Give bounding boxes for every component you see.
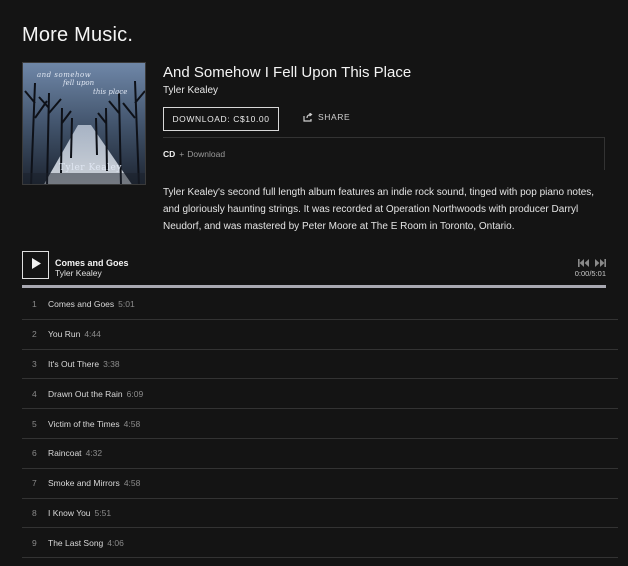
format-separator: + — [179, 149, 185, 159]
track-title: You Run — [48, 329, 81, 340]
share-icon — [303, 112, 313, 122]
cover-artist-text: Tyler Kealey — [59, 163, 122, 173]
playback-time: 0:00/5:01 — [574, 269, 606, 278]
track-number: 8 — [32, 507, 37, 518]
album-cover[interactable]: and somehow fell upon this place Tyler K… — [22, 62, 146, 185]
format-options: CD + Download — [163, 137, 605, 170]
track-row[interactable]: 5 Victim of the Times 4:58 — [22, 409, 618, 439]
track-list: 1 Comes and Goes 5:01 2 You Run 4:44 3 It's O… — [22, 290, 618, 559]
track-title: Drawn Out the Rain — [48, 388, 123, 399]
track-title: It's Out There — [48, 358, 100, 369]
track-number: 7 — [32, 478, 37, 489]
track-title: I Know You — [48, 507, 91, 518]
progress-bar[interactable] — [22, 285, 606, 288]
cover-text-line1: and somehow — [37, 71, 92, 79]
track-number: 1 — [32, 299, 37, 310]
track-title: The Last Song — [48, 537, 104, 548]
track-duration: 4:58 — [123, 478, 141, 489]
track-number: 3 — [32, 358, 37, 369]
track-row[interactable]: 6 Raincoat 4:32 — [22, 439, 618, 469]
cover-text-line3: this place — [93, 88, 128, 96]
now-playing-title: Comes and Goes — [55, 258, 129, 268]
track-row[interactable]: 1 Comes and Goes 5:01 — [22, 290, 618, 320]
album-artist[interactable]: Tyler Kealey — [163, 85, 218, 96]
track-title: Smoke and Mirrors — [48, 478, 120, 489]
album-description: Tyler Kealey's second full length album … — [163, 187, 595, 232]
track-row[interactable]: 2 You Run 4:44 — [22, 320, 618, 350]
share-label: SHARE — [318, 112, 351, 122]
now-playing-artist: Tyler Kealey — [55, 268, 102, 278]
track-duration: 4:06 — [107, 537, 124, 548]
track-row[interactable]: 4 Drawn Out the Rain 6:09 — [22, 379, 618, 410]
download-button[interactable]: DOWNLOAD: C$10.00 — [163, 107, 279, 131]
track-number: 4 — [32, 388, 37, 399]
track-duration: 4:58 — [123, 418, 141, 429]
track-title: Raincoat — [48, 448, 82, 459]
track-number: 9 — [32, 537, 37, 548]
track-title: Victim of the Times — [48, 418, 120, 429]
track-title: Comes and Goes — [48, 299, 115, 310]
audio-player: Comes and Goes Tyler Kealey 0:00/5:01 — [22, 251, 606, 289]
format-cd[interactable]: CD — [163, 149, 175, 159]
track-duration: 6:09 — [126, 388, 144, 399]
track-number: 5 — [32, 418, 37, 429]
cover-text-line2: fell upon — [63, 79, 95, 87]
track-number: 2 — [32, 329, 37, 340]
track-duration: 3:38 — [103, 358, 120, 369]
track-row[interactable]: 7 Smoke and Mirrors 4:58 — [22, 469, 618, 499]
section-title: More Music. — [22, 24, 134, 46]
track-row[interactable]: 3 It's Out There 3:38 — [22, 350, 618, 380]
share-button[interactable]: SHARE — [303, 112, 350, 122]
track-row[interactable]: 8 I Know You 5:51 — [22, 499, 618, 529]
album-title: And Somehow I Fell Upon This Place — [163, 64, 412, 81]
track-number: 6 — [32, 448, 37, 459]
play-button[interactable] — [22, 251, 49, 279]
track-duration: 4:44 — [84, 329, 101, 340]
track-duration: 5:01 — [118, 299, 135, 310]
track-row[interactable]: 9 The Last Song 4:06 — [22, 528, 618, 559]
format-download[interactable]: Download — [187, 149, 225, 159]
track-duration: 5:51 — [94, 507, 112, 518]
track-duration: 4:32 — [85, 448, 103, 459]
play-icon — [31, 256, 41, 274]
